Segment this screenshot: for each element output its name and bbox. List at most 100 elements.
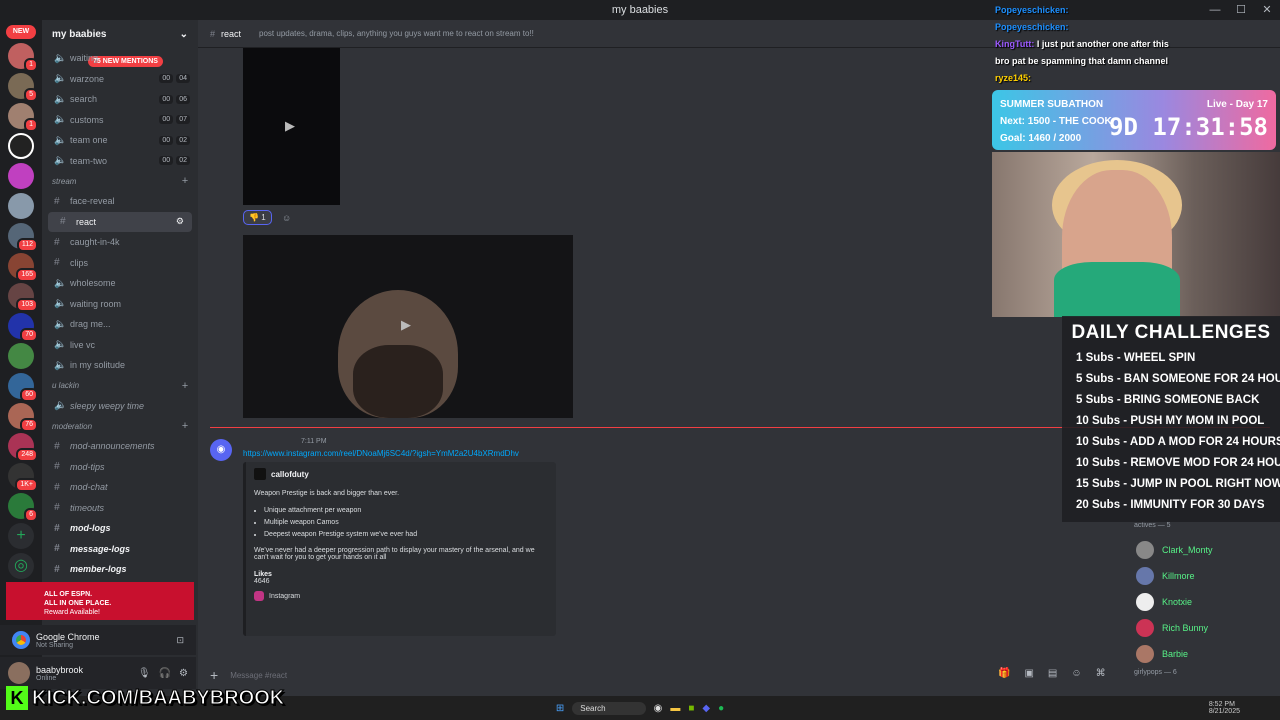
hashtag-icon: # <box>54 257 60 269</box>
avatar[interactable] <box>8 662 30 684</box>
text-channel[interactable]: # caught-in-4k <box>42 232 198 253</box>
voice-channel[interactable]: 🔈 customs 00 07 <box>42 110 198 131</box>
user-panel: baabybrook Online 🎙 🎧 ⚙ <box>0 657 196 689</box>
server-icon[interactable]: 6 <box>8 493 38 522</box>
add-channel-icon[interactable]: + <box>182 175 188 187</box>
voice-channel[interactable]: 🔈 live vc <box>42 335 198 356</box>
server-icon[interactable] <box>8 163 34 189</box>
server-icon[interactable]: 60 <box>8 373 38 402</box>
server-icon[interactable]: 1K+ <box>8 463 38 492</box>
text-channel[interactable]: # mod-tips <box>42 457 198 478</box>
taskbar-search[interactable]: Search <box>572 701 646 715</box>
promo-banner[interactable]: ALL OF ESPN. ALL IN ONE PLACE. Reward Av… <box>6 582 194 620</box>
text-channel-unread[interactable]: # member-logs <box>42 559 198 580</box>
server-icon[interactable]: 103 <box>8 283 38 312</box>
upload-plus-icon[interactable]: + <box>210 667 218 683</box>
play-icon[interactable]: ▶ <box>285 118 295 134</box>
add-channel-icon[interactable]: + <box>182 420 188 432</box>
server-icon[interactable] <box>8 133 34 159</box>
windows-start-icon[interactable]: ⊞ <box>556 703 564 714</box>
gif-icon[interactable]: ▣ <box>1024 668 1033 679</box>
server-icon[interactable]: 5 <box>8 73 38 102</box>
text-channel-unread[interactable]: # message-logs <box>42 539 198 560</box>
play-icon[interactable]: ▶ <box>401 317 411 333</box>
channel-topic[interactable]: post updates, drama, clips, anything you… <box>259 29 534 38</box>
text-channel-active[interactable]: # react ⚙ <box>48 211 192 232</box>
server-icon[interactable]: 248 <box>8 433 38 462</box>
mic-icon[interactable]: 🎙 <box>138 668 151 679</box>
member-item[interactable]: Killmore <box>1126 563 1280 589</box>
speaker-icon: 🔈 <box>54 93 67 105</box>
discord-icon[interactable]: ◆ <box>702 703 710 714</box>
add-server-icon[interactable]: + <box>8 523 34 549</box>
speaker-icon: 🔈 <box>54 73 67 85</box>
text-channel[interactable]: # mod-chat <box>42 477 198 498</box>
gear-icon[interactable]: ⚙ <box>176 216 184 227</box>
text-channel[interactable]: # clips <box>42 253 198 274</box>
server-icon[interactable]: 112 <box>8 223 38 252</box>
subathon-timer: 9D 17:31:58 <box>1109 113 1268 141</box>
add-channel-icon[interactable]: + <box>182 380 188 392</box>
headphones-icon[interactable]: 🎧 <box>159 668 171 679</box>
avatar <box>1136 541 1154 559</box>
voice-channel[interactable]: 🔈 in my solitude <box>42 355 198 376</box>
chat-line: Popeyeschicken: <box>995 22 1069 32</box>
server-icon[interactable]: 70 <box>8 313 38 342</box>
message-link[interactable]: https://www.instagram.com/reel/DNoaMj6SC… <box>243 449 519 458</box>
chrome-icon <box>12 631 30 649</box>
emoji-icon[interactable]: ☺ <box>1071 668 1081 679</box>
new-unreads-pill[interactable]: NEW <box>6 25 36 39</box>
server-header[interactable]: my baabies ⌄ <box>42 20 198 48</box>
gift-icon[interactable]: 🎁 <box>998 668 1010 679</box>
text-channel-unread[interactable]: # mod-logs <box>42 518 198 539</box>
discover-icon[interactable]: ◎ <box>8 553 34 579</box>
server-icon[interactable]: 76 <box>8 403 38 432</box>
member-item[interactable]: Rich Bunny <box>1126 615 1280 641</box>
server-icon[interactable]: 165 <box>8 253 38 282</box>
kick-overlay: K KICK.COM/BAABYBROOK <box>6 686 285 710</box>
member-item[interactable]: Barbie <box>1126 641 1280 667</box>
nvidia-icon[interactable]: ■ <box>688 703 694 714</box>
voice-channel[interactable]: 🔈 drag me... <box>42 314 198 335</box>
voice-channel[interactable]: 🔈 waiting <box>42 48 198 69</box>
add-reaction-icon[interactable]: ☺ <box>282 213 291 223</box>
server-icon[interactable] <box>8 343 34 369</box>
apps-icon[interactable]: ⌘ <box>1096 668 1106 679</box>
voice-channel[interactable]: 🔈 team one 00 02 <box>42 130 198 151</box>
video-attachment[interactable]: ▶ <box>243 48 340 205</box>
text-channel[interactable]: # mod-announcements <box>42 436 198 457</box>
text-channel[interactable]: # timeouts <box>42 498 198 519</box>
category-ulackin[interactable]: u lackin + <box>42 376 198 396</box>
sticker-icon[interactable]: ▤ <box>1048 668 1057 679</box>
challenge-item: 5 Subs - BRING SOMEONE BACK <box>1076 394 1260 406</box>
spotify-icon[interactable]: ● <box>718 703 724 714</box>
activity-status: Not Sharing <box>36 641 73 649</box>
voice-channel[interactable]: 🔈 sleepy weepy time <box>42 396 198 417</box>
voice-channel[interactable]: 🔈 team-two 00 02 <box>42 151 198 172</box>
gear-icon[interactable]: ⚙ <box>179 668 188 679</box>
voice-channel[interactable]: 🔈 waiting room <box>42 294 198 315</box>
file-explorer-icon[interactable]: ▬ <box>670 703 680 714</box>
voice-channel[interactable]: 🔈 wholesome <box>42 273 198 294</box>
webcam-feed <box>992 152 1280 317</box>
reaction-chip[interactable]: 👎 1 <box>243 210 272 225</box>
voice-channel[interactable]: 🔈 search 00 06 <box>42 89 198 110</box>
video-attachment[interactable]: ▶ <box>243 235 573 418</box>
voice-channel[interactable]: 🔈 warzone 00 04 <box>42 69 198 90</box>
chrome-icon[interactable]: ◉ <box>654 703 663 714</box>
server-icon[interactable]: 1 <box>8 43 38 72</box>
category-moderation[interactable]: moderation + <box>42 416 198 436</box>
bot-avatar[interactable]: ◉ <box>210 439 232 461</box>
member-item[interactable]: Clark_Monty <box>1126 537 1280 563</box>
message-input[interactable]: Message #react <box>230 671 287 680</box>
member-item[interactable]: Knotxie <box>1126 589 1280 615</box>
screen-share-icon[interactable]: ⊡ <box>176 635 184 646</box>
text-channel[interactable]: # face-reveal <box>42 191 198 212</box>
server-icon[interactable]: 1 <box>8 103 38 132</box>
server-name: my baabies <box>52 28 107 40</box>
message-composer[interactable]: + Message #react <box>210 664 1110 686</box>
category-stream[interactable]: stream + <box>42 171 198 191</box>
system-clock[interactable]: 8:52 PM 8/21/2025 <box>1209 701 1240 715</box>
embed-author[interactable]: callofduty <box>254 468 548 480</box>
server-icon[interactable] <box>8 193 34 219</box>
